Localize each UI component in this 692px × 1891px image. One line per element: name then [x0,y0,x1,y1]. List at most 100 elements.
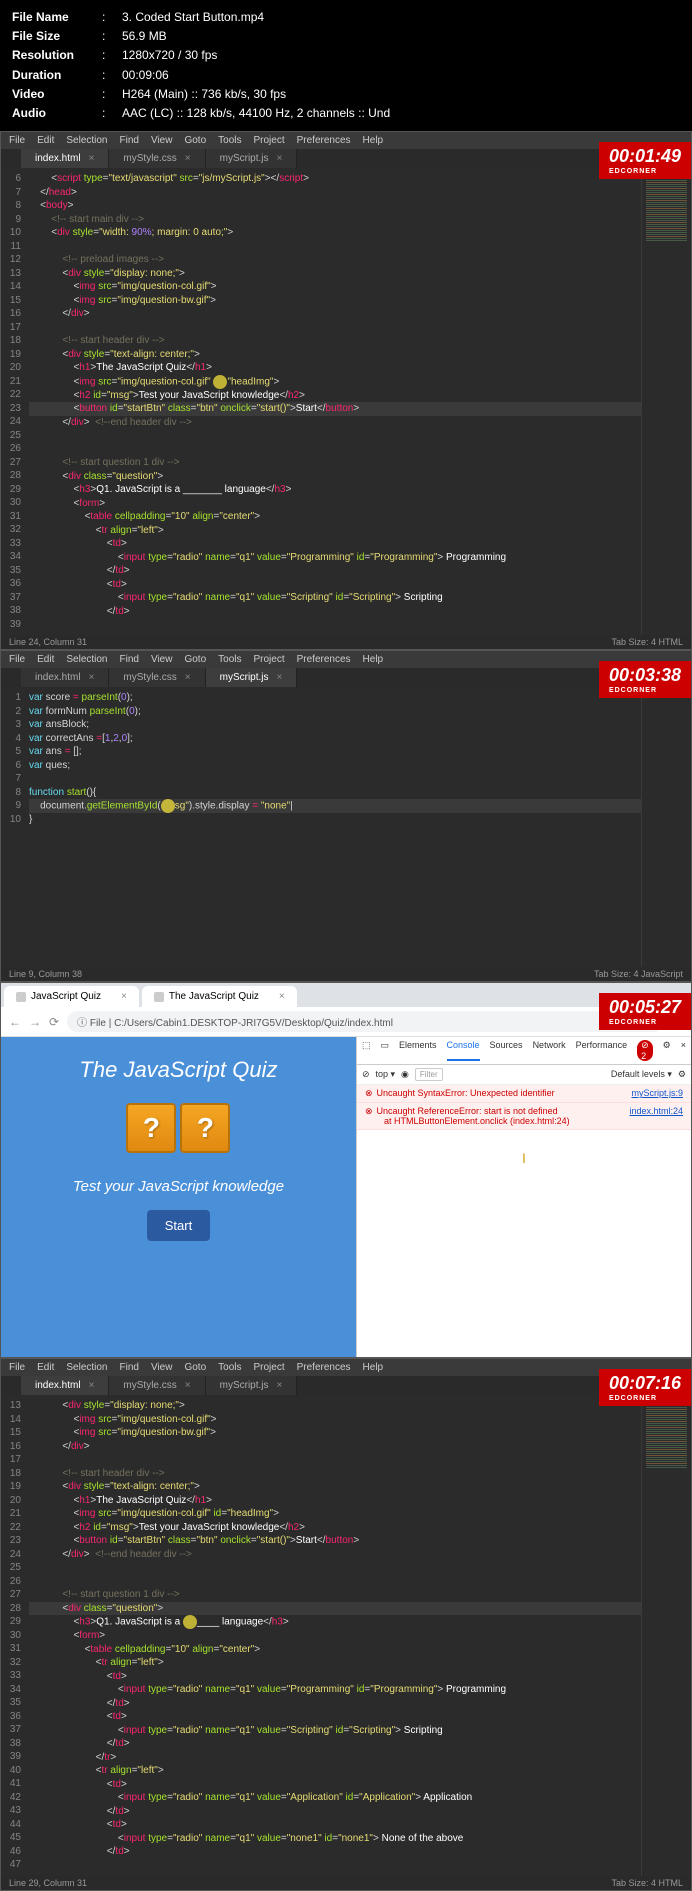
close-icon[interactable]: × [185,1380,191,1391]
menu-tools[interactable]: Tools [218,654,241,665]
menu-find[interactable]: Find [120,135,139,146]
meta-filesize: 56.9 MB [122,27,167,46]
tab-index-html[interactable]: index.html× [21,668,109,687]
minimap[interactable] [641,1395,691,1876]
device-icon[interactable]: ▭ [380,1040,389,1061]
line-gutter: 12345678910 [1,687,29,967]
levels-select[interactable]: Default levels ▾ [611,1069,672,1080]
url-input[interactable]: ⓘ File | C:/Users/Cabin1.DESKTOP-JRI7G5V… [67,1011,664,1032]
error-source-link[interactable]: myScript.js:9 [631,1088,683,1099]
favicon-icon [16,992,26,1002]
menu-tools[interactable]: Tools [218,135,241,146]
code-editor[interactable]: 6789101112131415161718192021222324252627… [1,168,691,635]
tab-mystyle-css[interactable]: myStyle.css× [109,1376,205,1395]
code-editor[interactable]: 12345678910 var score = parseInt(0); var… [1,687,691,967]
dt-tab-console[interactable]: Console [447,1040,480,1061]
close-icon[interactable]: × [681,1040,686,1061]
menu-edit[interactable]: Edit [37,1362,54,1373]
start-button[interactable]: Start [147,1210,210,1241]
menu-edit[interactable]: Edit [37,135,54,146]
tab-myscript-js[interactable]: myScript.js× [206,668,298,687]
menu-selection[interactable]: Selection [66,1362,107,1373]
context-select[interactable]: top ▾ [375,1069,395,1080]
tab-myscript-js[interactable]: myScript.js× [206,149,298,168]
menu-preferences[interactable]: Preferences [297,1362,351,1373]
settings-icon[interactable]: ⚙ [663,1040,671,1061]
menu-goto[interactable]: Goto [184,1362,206,1373]
page-subtitle: Test your JavaScript knowledge [21,1178,336,1195]
close-icon[interactable]: × [185,153,191,164]
menu-selection[interactable]: Selection [66,654,107,665]
menu-bar[interactable]: File Edit Selection Find View Goto Tools… [1,1359,691,1376]
menu-help[interactable]: Help [363,654,384,665]
error-count-badge[interactable]: ⊘ 2 [637,1040,653,1061]
meta-audio: AAC (LC) :: 128 kb/s, 44100 Hz, 2 channe… [122,104,390,123]
dt-tab-network[interactable]: Network [533,1040,566,1061]
dt-tab-performance[interactable]: Performance [576,1040,628,1061]
close-icon[interactable]: × [277,1380,283,1391]
menu-bar[interactable]: File Edit Selection Find View Goto Tools… [1,132,691,149]
forward-icon[interactable]: → [29,1015,41,1029]
menu-file[interactable]: File [9,1362,25,1373]
browser-panel: 00:05:27EDCORNER JavaScript Quiz× The Ja… [0,982,692,1358]
minimap[interactable] [641,168,691,635]
cursor-position: Line 24, Column 31 [9,637,87,647]
clear-icon[interactable]: ⊘ [362,1069,370,1080]
settings-icon[interactable]: ⚙ [678,1069,686,1080]
tab-index-html[interactable]: index.html× [21,1376,109,1395]
error-icon: ⊗ [365,1106,373,1126]
status-bar: Line 24, Column 31Tab Size: 4 HTML [1,635,691,649]
menu-find[interactable]: Find [120,1362,139,1373]
menu-project[interactable]: Project [254,1362,285,1373]
menu-tools[interactable]: Tools [218,1362,241,1373]
menu-file[interactable]: File [9,135,25,146]
menu-project[interactable]: Project [254,654,285,665]
close-icon[interactable]: × [89,153,95,164]
menu-view[interactable]: View [151,135,173,146]
menu-preferences[interactable]: Preferences [297,654,351,665]
meta-filename: 3. Coded Start Button.mp4 [122,8,264,27]
close-icon[interactable]: × [277,153,283,164]
question-block-icon: ? [180,1103,230,1153]
filter-input[interactable]: Filter [415,1068,443,1081]
close-icon[interactable]: × [89,1380,95,1391]
code-content[interactable]: <div style="display: none;"> <img src="i… [29,1395,641,1876]
reload-icon[interactable]: ⟳ [49,1015,59,1029]
menu-file[interactable]: File [9,654,25,665]
inspector-icon[interactable]: ⬚ [362,1040,371,1061]
dt-tab-sources[interactable]: Sources [490,1040,523,1061]
menu-edit[interactable]: Edit [37,654,54,665]
browser-tab[interactable]: JavaScript Quiz× [4,986,139,1007]
file-mode: Tab Size: 4 JavaScript [594,969,683,979]
code-content[interactable]: <script type="text/javascript" src="js/m… [29,168,641,635]
favicon-icon [154,992,164,1002]
tab-mystyle-css[interactable]: myStyle.css× [109,149,205,168]
menu-project[interactable]: Project [254,135,285,146]
code-content[interactable]: var score = parseInt(0); var formNum par… [29,687,641,967]
menu-help[interactable]: Help [363,135,384,146]
eye-icon[interactable]: ◉ [401,1069,409,1080]
menu-view[interactable]: View [151,654,173,665]
error-source-link[interactable]: index.html:24 [629,1106,683,1126]
close-icon[interactable]: × [185,672,191,683]
dt-tab-elements[interactable]: Elements [399,1040,437,1061]
menu-help[interactable]: Help [363,1362,384,1373]
menu-selection[interactable]: Selection [66,135,107,146]
editor-tabs: index.html× myStyle.css× myScript.js× [1,668,691,687]
close-icon[interactable]: × [277,672,283,683]
menu-goto[interactable]: Goto [184,135,206,146]
devtools[interactable]: ⬚ ▭ Elements Console Sources Network Per… [356,1037,691,1357]
tab-myscript-js[interactable]: myScript.js× [206,1376,298,1395]
tab-mystyle-css[interactable]: myStyle.css× [109,668,205,687]
close-icon[interactable]: × [89,672,95,683]
minimap[interactable] [641,687,691,967]
back-icon[interactable]: ← [9,1015,21,1029]
browser-tab[interactable]: The JavaScript Quiz× [142,986,297,1007]
menu-preferences[interactable]: Preferences [297,135,351,146]
menu-goto[interactable]: Goto [184,654,206,665]
code-editor[interactable]: 1314151617181920212223242526272829303132… [1,1395,691,1876]
menu-find[interactable]: Find [120,654,139,665]
menu-bar[interactable]: File Edit Selection Find View Goto Tools… [1,651,691,668]
tab-index-html[interactable]: index.html× [21,149,109,168]
menu-view[interactable]: View [151,1362,173,1373]
